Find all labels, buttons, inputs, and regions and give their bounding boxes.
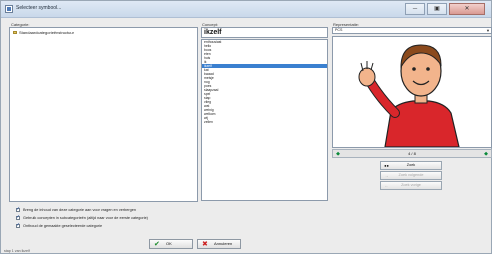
symbol-pager: ◆ 4 / 8 ◆ <box>332 149 492 158</box>
category-tree[interactable]: Standaardcategorieënstructuur <box>9 27 198 202</box>
category-tree-item[interactable]: Standaardcategorieënstructuur <box>13 30 74 35</box>
representation-select[interactable]: PCS ▼ <box>332 27 492 34</box>
category-item-label: Standaardcategorieënstructuur <box>19 30 74 35</box>
maximize-button[interactable]: ▣ <box>427 3 447 15</box>
next-symbol-icon[interactable]: ◆ <box>483 151 489 157</box>
annuleren-button-label: Annuleren <box>214 241 233 246</box>
checkmark-icon: ✔ <box>154 240 160 248</box>
zoek-vorige-label: Zoek vorige <box>401 183 421 187</box>
concept-item[interactable]: zeilen <box>202 120 327 124</box>
search-next-icon: → <box>384 173 389 178</box>
zoek-vorige-button[interactable]: ← Zoek vorige <box>380 181 442 190</box>
zoek-volgende-button[interactable]: → Zoek volgende <box>380 171 442 180</box>
cancel-x-icon: ✖ <box>202 240 208 248</box>
close-button[interactable]: ✕ <box>449 3 485 15</box>
concept-search-input[interactable]: ikzelf <box>201 27 328 38</box>
waving-person-symbol <box>358 44 460 148</box>
zoek-button-label: Zoek <box>406 163 416 167</box>
title-bar[interactable]: Selecteer symbool... ─ ▣ ✕ <box>1 1 491 18</box>
dialog-window: Selecteer symbool... ─ ▣ ✕ Categorie: Co… <box>0 0 492 254</box>
chevron-down-icon[interactable]: ▼ <box>485 28 491 33</box>
option-row-1[interactable]: Breng de inhoud van deze categorie aan v… <box>16 206 136 213</box>
option-label-1: Breng de inhoud van deze categorie aan v… <box>23 208 136 212</box>
option-checkbox-2[interactable] <box>16 214 20 220</box>
option-label-3: Onthoud de gemaakte geselecteerde catego… <box>23 224 103 228</box>
window-title: Selecteer symbool... <box>16 5 62 11</box>
zoek-volgende-label: Zoek volgende <box>398 173 424 177</box>
concept-list[interactable]: enthousiast hello boos eten huis ik ikzelf kat k… <box>201 39 328 201</box>
option-checkbox-1[interactable] <box>16 206 20 212</box>
option-row-3[interactable]: Onthoud de gemaakte geselecteerde catego… <box>16 222 103 229</box>
option-checkbox-3[interactable] <box>16 222 20 228</box>
minimize-button[interactable]: ─ <box>405 3 425 15</box>
representation-value: PCS <box>335 28 343 32</box>
option-row-2[interactable]: Gebruik concepten in subcategorieën (alt… <box>16 214 148 221</box>
zoek-button[interactable]: ●● Zoek <box>380 161 442 170</box>
annuleren-button[interactable]: ✖ Annuleren <box>197 239 241 249</box>
search-prev-icon: ← <box>384 183 389 188</box>
binoculars-icon: ●● <box>384 163 389 168</box>
ok-button[interactable]: ✔ OK <box>149 239 193 249</box>
option-label-2: Gebruik concepten in subcategorieën (alt… <box>23 216 148 220</box>
folder-icon <box>13 31 17 35</box>
app-icon <box>5 5 13 13</box>
status-text: stap 1 van ikzelf <box>4 249 30 253</box>
pager-text: 4 / 8 <box>408 151 416 156</box>
symbol-preview <box>332 36 492 148</box>
ok-button-label: OK <box>166 241 172 246</box>
